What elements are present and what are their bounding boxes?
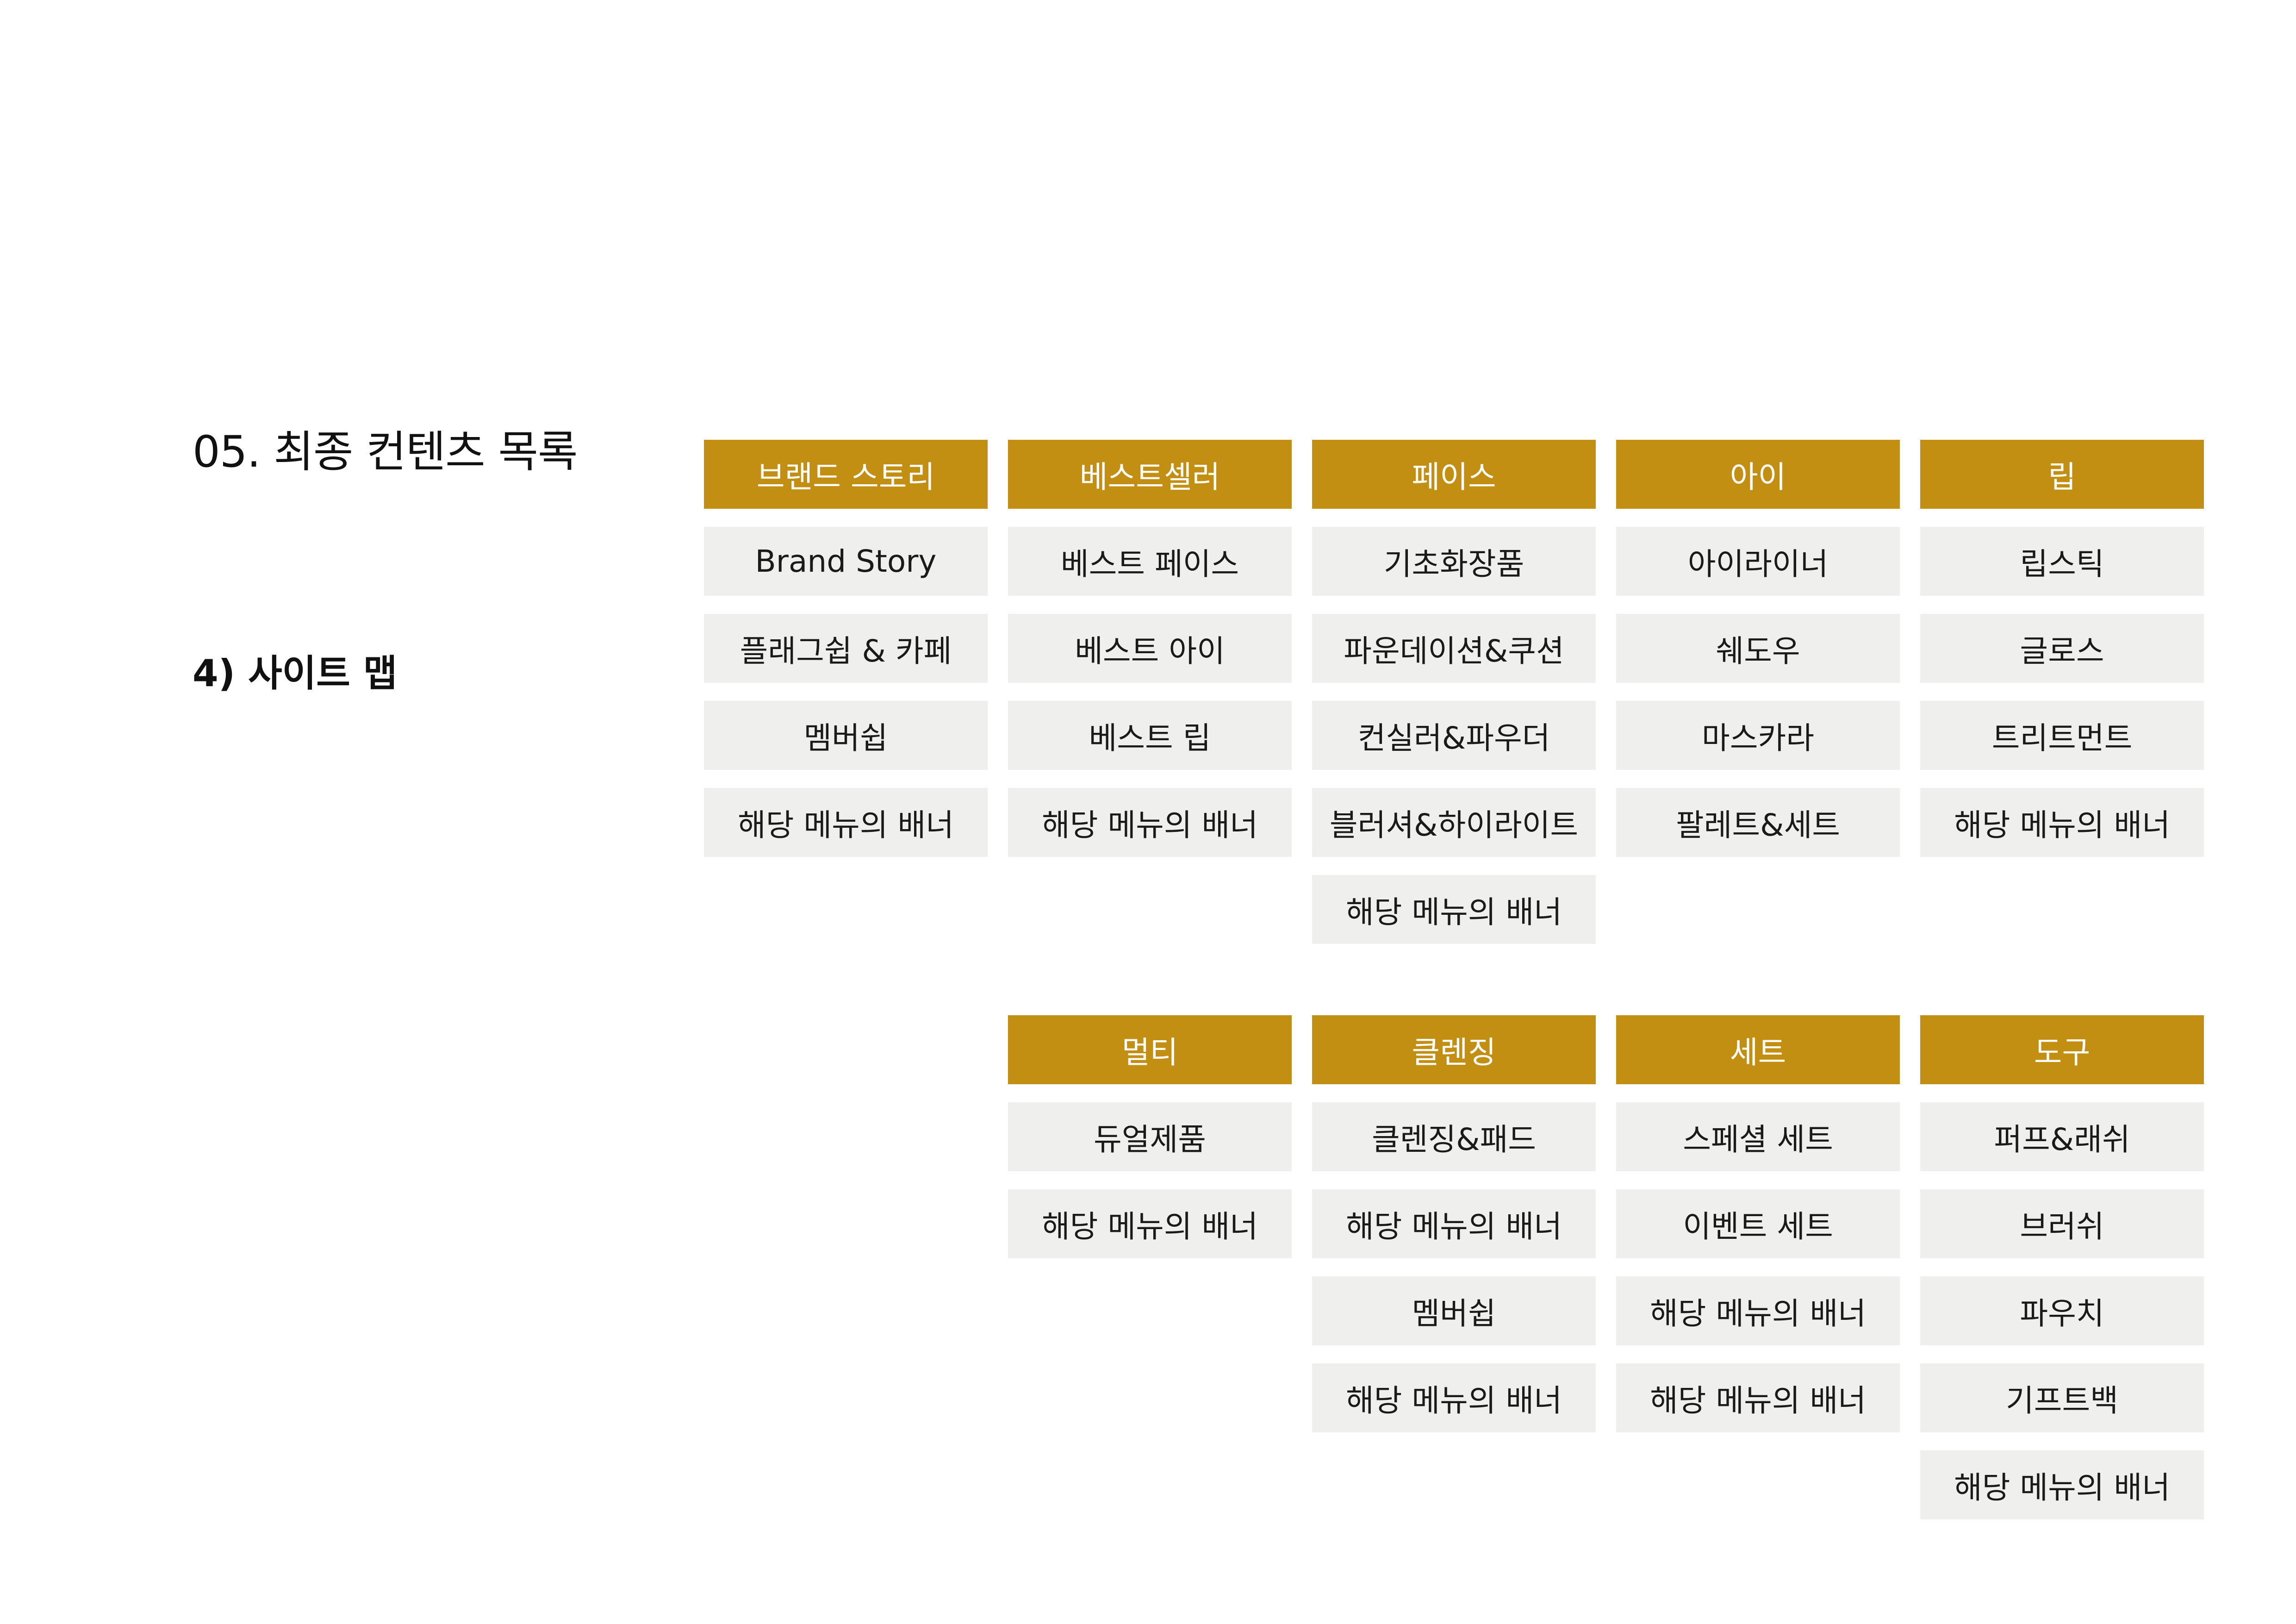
column-header[interactable]: 페이스	[1312, 440, 1596, 509]
menu-item[interactable]: 해당 메뉴의 배너	[1008, 788, 1292, 857]
column-header[interactable]: 베스트셀러	[1008, 440, 1292, 509]
menu-item[interactable]: 쉐도우	[1616, 614, 1900, 683]
section-title: 4) 사이트 맵	[193, 652, 398, 695]
menu-item[interactable]: 기프트백	[1920, 1363, 2204, 1432]
menu-item[interactable]: 립스틱	[1920, 527, 2204, 596]
menu-item[interactable]: 베스트 립	[1008, 701, 1292, 770]
menu-item[interactable]: 해당 메뉴의 배너	[1616, 1363, 1900, 1432]
column-header[interactable]: 세트	[1616, 1015, 1900, 1084]
menu-item[interactable]: 해당 메뉴의 배너	[1312, 1363, 1596, 1432]
menu-item[interactable]: 해당 메뉴의 배너	[1008, 1189, 1292, 1258]
menu-item[interactable]: 해당 메뉴의 배너	[1616, 1276, 1900, 1345]
menu-item[interactable]: 스페셜 세트	[1616, 1102, 1900, 1171]
menu-item[interactable]: 트리트먼트	[1920, 701, 2204, 770]
menu-item[interactable]: 컨실러&파우더	[1312, 701, 1596, 770]
menu-item[interactable]: 듀얼제품	[1008, 1102, 1292, 1171]
column-header[interactable]: 아이	[1616, 440, 1900, 509]
menu-item[interactable]: 베스트 아이	[1008, 614, 1292, 683]
menu-item[interactable]: 글로스	[1920, 614, 2204, 683]
menu-item[interactable]: 브러쉬	[1920, 1189, 2204, 1258]
menu-item[interactable]: 해당 메뉴의 배너	[1312, 1189, 1596, 1258]
menu-item[interactable]: 베스트 페이스	[1008, 527, 1292, 596]
menu-item[interactable]: 이벤트 세트	[1616, 1189, 1900, 1258]
menu-item[interactable]: 팔레트&세트	[1616, 788, 1900, 857]
column-header[interactable]: 립	[1920, 440, 2204, 509]
menu-item[interactable]: 기초화장품	[1312, 527, 1596, 596]
menu-item[interactable]: 해당 메뉴의 배너	[1312, 875, 1596, 944]
menu-item[interactable]: 플래그쉽 & 카페	[704, 614, 988, 683]
column-header[interactable]: 도구	[1920, 1015, 2204, 1084]
menu-item[interactable]: 해당 메뉴의 배너	[704, 788, 988, 857]
menu-item[interactable]: 아이라이너	[1616, 527, 1900, 596]
menu-item[interactable]: 퍼프&래쉬	[1920, 1102, 2204, 1171]
menu-item[interactable]: 마스카라	[1616, 701, 1900, 770]
column-header[interactable]: 클렌징	[1312, 1015, 1596, 1084]
menu-item[interactable]: 파운데이션&쿠션	[1312, 614, 1596, 683]
menu-item[interactable]: 클렌징&패드	[1312, 1102, 1596, 1171]
menu-item[interactable]: 해당 메뉴의 배너	[1920, 1450, 2204, 1519]
page-title: 05. 최종 컨텐츠 목록	[193, 427, 578, 477]
menu-item[interactable]: 멤버쉽	[704, 701, 988, 770]
column-header[interactable]: 멀티	[1008, 1015, 1292, 1084]
menu-item[interactable]: 블러셔&하이라이트	[1312, 788, 1596, 857]
menu-item[interactable]: 해당 메뉴의 배너	[1920, 788, 2204, 857]
menu-item[interactable]: Brand Story	[704, 527, 988, 596]
column-header[interactable]: 브랜드 스토리	[704, 440, 988, 509]
menu-item[interactable]: 파우치	[1920, 1276, 2204, 1345]
menu-item[interactable]: 멤버쉽	[1312, 1276, 1596, 1345]
